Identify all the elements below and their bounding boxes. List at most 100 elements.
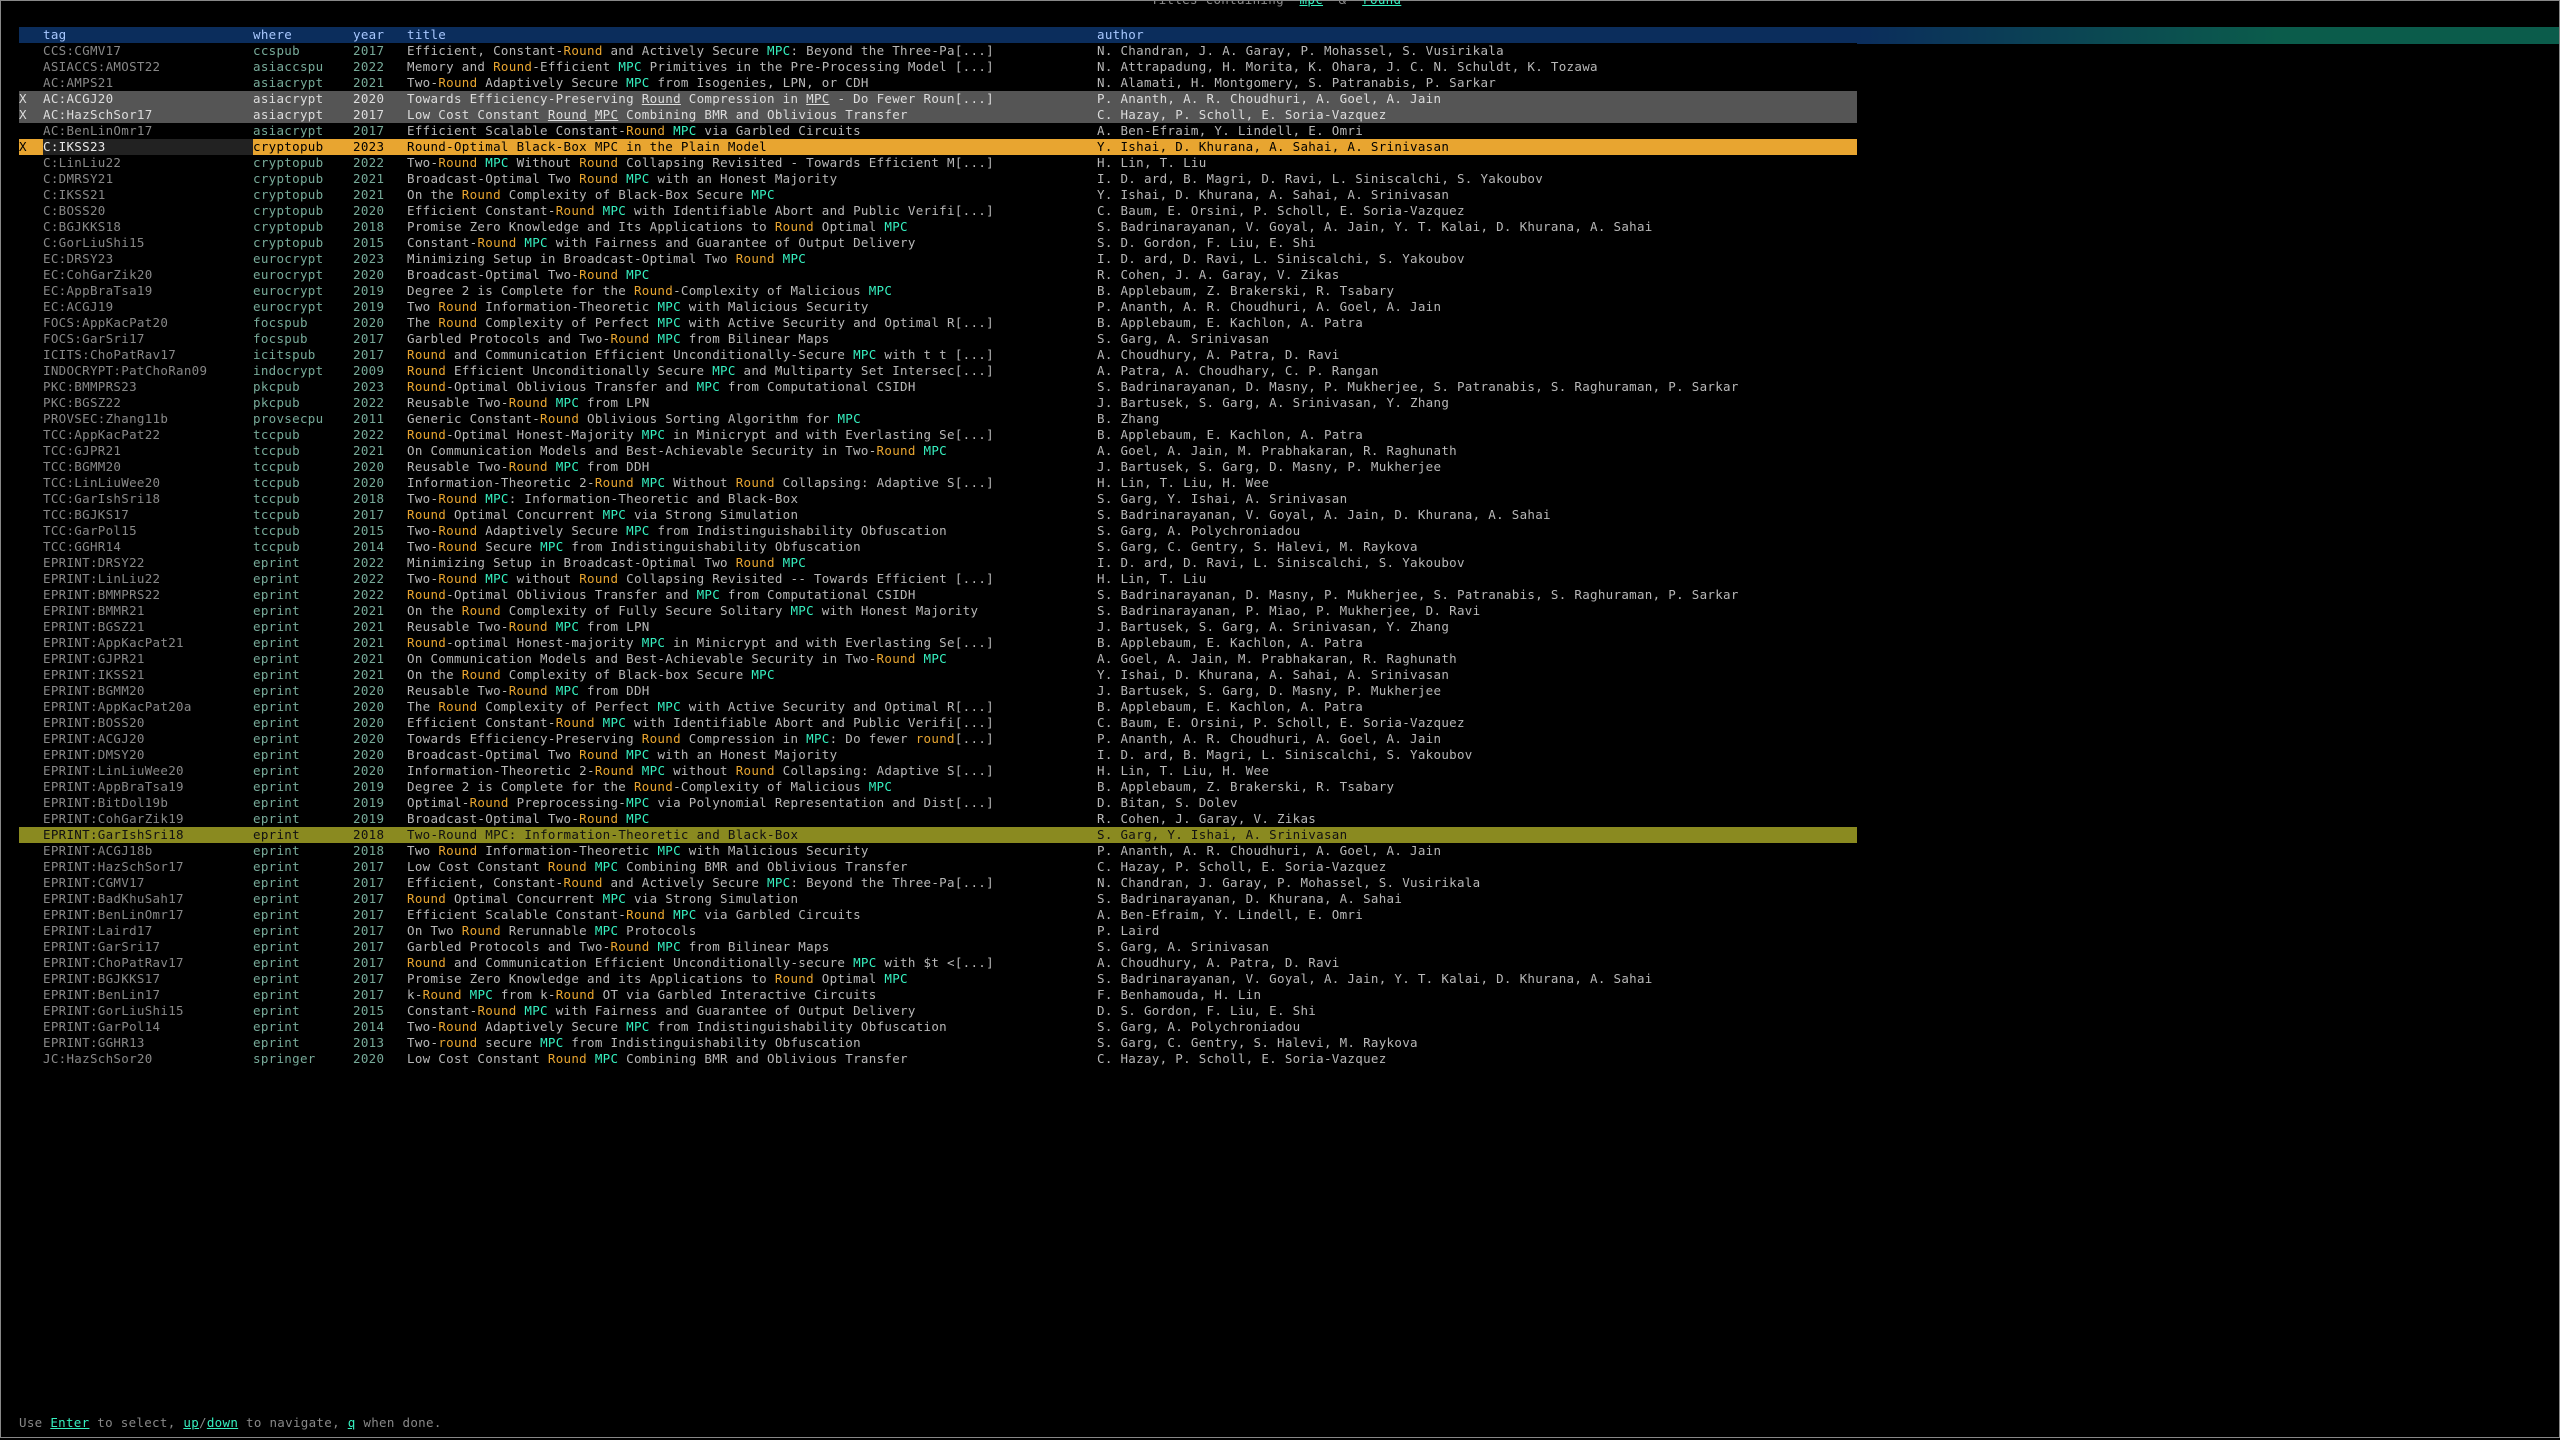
table-row[interactable]: PROVSEC:Zhang11bprovsecpu2011Generic Con… (19, 411, 1857, 427)
table-row[interactable]: EPRINT:GarSri17eprint2017Garbled Protoco… (19, 939, 1857, 955)
table-row[interactable]: PKC:BGSZ22pkcpub2022Reusable Two-Round M… (19, 395, 1857, 411)
row-title: Promise Zero Knowledge and Its Applicati… (407, 219, 1097, 235)
table-row[interactable]: EPRINT:IKSS21eprint2021On the Round Comp… (19, 667, 1857, 683)
table-row[interactable]: XAC:HazSchSor17asiacrypt2017Low Cost Con… (19, 107, 1857, 123)
row-tag: EPRINT:BenLin17 (43, 987, 253, 1003)
row-where: eprint (253, 971, 353, 987)
table-row[interactable]: C:IKSS21cryptopub2021On the Round Comple… (19, 187, 1857, 203)
table-row[interactable]: EPRINT:AppKacPat20aeprint2020The Round C… (19, 699, 1857, 715)
table-row[interactable]: TCC:BGJKS17tccpub2017Round Optimal Concu… (19, 507, 1857, 523)
table-row[interactable]: ASIACCS:AMOST22asiaccspu2022Memory and R… (19, 59, 1857, 75)
row-title: On the Round Complexity of Black-box Sec… (407, 667, 1097, 683)
table-row[interactable]: JC:HazSchSor20springer2020Low Cost Const… (19, 1051, 1857, 1067)
table-row[interactable]: EC:ACGJ19eurocrypt2019Two Round Informat… (19, 299, 1857, 315)
row-where: cryptopub (253, 219, 353, 235)
row-title: Two-Round Adaptively Secure MPC from Iso… (407, 75, 1097, 91)
row-author: J. Bartusek, S. Garg, D. Masny, P. Mukhe… (1097, 459, 1857, 475)
table-row[interactable]: EPRINT:GarIshSri18eprint2018Two-Round MP… (19, 827, 1857, 843)
table-row[interactable]: EPRINT:CGMV17eprint2017Efficient, Consta… (19, 875, 1857, 891)
row-mark (19, 155, 43, 171)
table-row[interactable]: EC:AppBraTsa19eurocrypt2019Degree 2 is C… (19, 283, 1857, 299)
row-where: eprint (253, 875, 353, 891)
table-row[interactable]: EPRINT:BMMPRS22eprint2022Round-Optimal O… (19, 587, 1857, 603)
table-row[interactable]: XAC:ACGJ20asiacrypt2020Towards Efficienc… (19, 91, 1857, 107)
table-row[interactable]: EPRINT:BMMR21eprint2021On the Round Comp… (19, 603, 1857, 619)
table-row[interactable]: EC:DRSY23eurocrypt2023Minimizing Setup i… (19, 251, 1857, 267)
table-row[interactable]: EPRINT:LinLiuWee20eprint2020Information-… (19, 763, 1857, 779)
table-row[interactable]: EPRINT:LinLiu22eprint2022Two-Round MPC w… (19, 571, 1857, 587)
table-row[interactable]: TCC:AppKacPat22tccpub2022Round-Optimal H… (19, 427, 1857, 443)
row-where: cryptopub (253, 139, 353, 155)
key-down: down (207, 1415, 238, 1430)
table-row[interactable]: C:DMRSY21cryptopub2021Broadcast-Optimal … (19, 171, 1857, 187)
table-row[interactable]: ICITS:ChoPatRav17icitspub2017Round and C… (19, 347, 1857, 363)
table-row[interactable]: EPRINT:ACGJ20eprint2020Towards Efficienc… (19, 731, 1857, 747)
row-tag: TCC:LinLiuWee20 (43, 475, 253, 491)
table-row[interactable]: TCC:GarIshSri18tccpub2018Two-Round MPC: … (19, 491, 1857, 507)
row-mark (19, 443, 43, 459)
table-row[interactable]: EPRINT:HazSchSor17eprint2017Low Cost Con… (19, 859, 1857, 875)
row-year: 2017 (353, 43, 407, 59)
table-row[interactable]: EPRINT:DMSY20eprint2020Broadcast-Optimal… (19, 747, 1857, 763)
table-row[interactable]: EPRINT:BOSS20eprint2020Efficient Constan… (19, 715, 1857, 731)
table-row[interactable]: EPRINT:AppBraTsa19eprint2019Degree 2 is … (19, 779, 1857, 795)
table-row[interactable]: EPRINT:BitDol19beprint2019Optimal-Round … (19, 795, 1857, 811)
table-row[interactable]: EPRINT:ChoPatRav17eprint2017Round and Co… (19, 955, 1857, 971)
row-year: 2018 (353, 491, 407, 507)
table-row[interactable]: EPRINT:BGJKKS17eprint2017Promise Zero Kn… (19, 971, 1857, 987)
row-year: 2017 (353, 955, 407, 971)
table-row[interactable]: TCC:LinLiuWee20tccpub2020Information-The… (19, 475, 1857, 491)
table-row[interactable]: EPRINT:BenLinOmr17eprint2017Efficient Sc… (19, 907, 1857, 923)
table-row[interactable]: EPRINT:GGHR13eprint2013Two-round secure … (19, 1035, 1857, 1051)
row-tag: EPRINT:GorLiuShi15 (43, 1003, 253, 1019)
table-row[interactable]: C:BOSS20cryptopub2020Efficient Constant-… (19, 203, 1857, 219)
table-row[interactable]: XC:IKSS23cryptopub2023Round-Optimal Blac… (19, 139, 1857, 155)
table-row[interactable]: TCC:GGHR14tccpub2014Two-Round Secure MPC… (19, 539, 1857, 555)
row-tag: C:IKSS21 (43, 187, 253, 203)
table-row[interactable]: EPRINT:BenLin17eprint2017k-Round MPC fro… (19, 987, 1857, 1003)
status-p3: / (199, 1415, 207, 1430)
row-tag: FOCS:AppKacPat20 (43, 315, 253, 331)
table-row[interactable]: EPRINT:GJPR21eprint2021On Communication … (19, 651, 1857, 667)
row-year: 2019 (353, 779, 407, 795)
table-row[interactable]: EPRINT:BadKhuSah17eprint2017Round Optima… (19, 891, 1857, 907)
table-row[interactable]: EPRINT:Laird17eprint2017On Two Round Rer… (19, 923, 1857, 939)
results-table[interactable]: tag where year title author CCS:CGMV17cc… (19, 27, 1857, 1067)
table-row[interactable]: C:BGJKKS18cryptopub2018Promise Zero Know… (19, 219, 1857, 235)
row-tag: TCC:GGHR14 (43, 539, 253, 555)
table-row[interactable]: EPRINT:BGMM20eprint2020Reusable Two-Roun… (19, 683, 1857, 699)
header-fill (1857, 27, 2559, 44)
table-row[interactable]: CCS:CGMV17ccspub2017Efficient, Constant-… (19, 43, 1857, 59)
table-row[interactable]: C:GorLiuShi15cryptopub2015Constant-Round… (19, 235, 1857, 251)
table-row[interactable]: EPRINT:BGSZ21eprint2021Reusable Two-Roun… (19, 619, 1857, 635)
row-mark (19, 475, 43, 491)
table-row[interactable]: AC:AMPS21asiacrypt2021Two-Round Adaptive… (19, 75, 1857, 91)
table-row[interactable]: C:LinLiu22cryptopub2022Two-Round MPC Wit… (19, 155, 1857, 171)
table-row[interactable]: EPRINT:DRSY22eprint2022Minimizing Setup … (19, 555, 1857, 571)
row-tag: EC:DRSY23 (43, 251, 253, 267)
table-row[interactable]: FOCS:AppKacPat20focspub2020The Round Com… (19, 315, 1857, 331)
row-year: 2018 (353, 843, 407, 859)
row-year: 2015 (353, 523, 407, 539)
row-year: 2009 (353, 363, 407, 379)
table-row[interactable]: TCC:GJPR21tccpub2021On Communication Mod… (19, 443, 1857, 459)
row-where: asiacrypt (253, 123, 353, 139)
table-row[interactable]: TCC:GarPol15tccpub2015Two-Round Adaptive… (19, 523, 1857, 539)
table-row[interactable]: EPRINT:CohGarZik19eprint2019Broadcast-Op… (19, 811, 1857, 827)
table-row[interactable]: EC:CohGarZik20eurocrypt2020Broadcast-Opt… (19, 267, 1857, 283)
table-row[interactable]: EPRINT:GarPol14eprint2014Two-Round Adapt… (19, 1019, 1857, 1035)
row-tag: AC:BenLinOmr17 (43, 123, 253, 139)
table-row[interactable]: INDOCRYPT:PatChoRan09indocrypt2009Round … (19, 363, 1857, 379)
table-row[interactable]: FOCS:GarSri17focspub2017Garbled Protocol… (19, 331, 1857, 347)
table-row[interactable]: EPRINT:GorLiuShi15eprint2015Constant-Rou… (19, 1003, 1857, 1019)
row-tag: PKC:BMMPRS23 (43, 379, 253, 395)
table-row[interactable]: EPRINT:AppKacPat21eprint2021Round-optima… (19, 635, 1857, 651)
table-row[interactable]: TCC:BGMM20tccpub2020Reusable Two-Round M… (19, 459, 1857, 475)
row-year: 2017 (353, 987, 407, 1003)
table-row[interactable]: PKC:BMMPRS23pkcpub2023Round-Optimal Obli… (19, 379, 1857, 395)
row-year: 2021 (353, 171, 407, 187)
table-row[interactable]: AC:BenLinOmr17asiacrypt2017Efficient Sca… (19, 123, 1857, 139)
status-p5: when done. (356, 1415, 442, 1430)
table-row[interactable]: EPRINT:ACGJ18beprint2018Two Round Inform… (19, 843, 1857, 859)
row-author: A. Goel, A. Jain, M. Prabhakaran, R. Rag… (1097, 443, 1857, 459)
